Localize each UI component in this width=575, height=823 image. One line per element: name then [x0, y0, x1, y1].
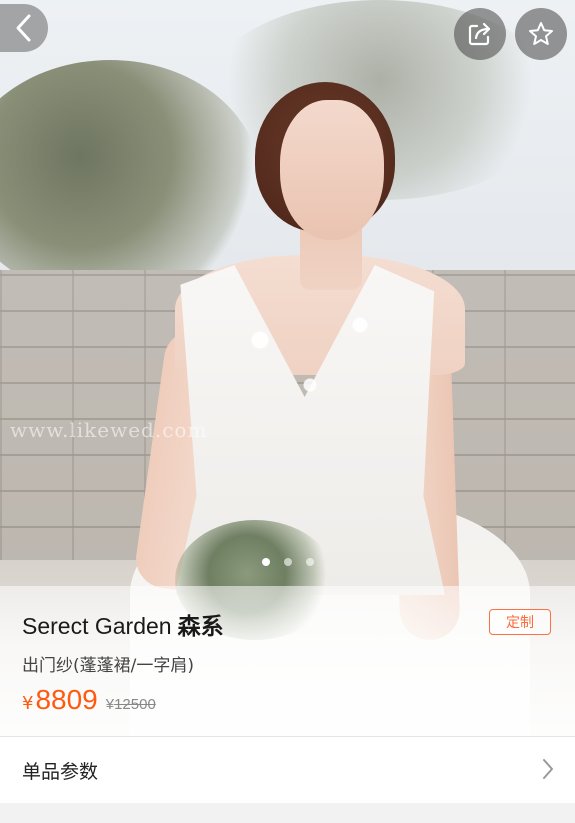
- image-watermark: www.likewed.com: [10, 418, 208, 442]
- original-price-value: 12500: [114, 696, 156, 713]
- product-subtitle: 出门纱(蓬蓬裙/一字肩): [22, 656, 194, 676]
- back-button[interactable]: [0, 4, 48, 52]
- original-price-currency: ¥: [105, 696, 115, 713]
- product-title-cn: 森系: [177, 614, 224, 640]
- carousel-dot[interactable]: [306, 558, 314, 566]
- chevron-left-icon: [16, 14, 31, 42]
- chevron-right-icon: [543, 759, 553, 779]
- share-button[interactable]: [454, 8, 506, 60]
- product-title: Serect Garden 森系: [22, 607, 224, 641]
- product-title-en: Serect Garden: [22, 613, 172, 639]
- carousel-dot[interactable]: [284, 558, 292, 566]
- share-icon: [468, 22, 491, 46]
- carousel-indicator: [262, 558, 314, 566]
- original-price: ¥12500: [106, 696, 156, 713]
- product-specs-row[interactable]: 单品参数: [0, 736, 575, 803]
- photo-model-face: [280, 100, 384, 240]
- specs-label: 单品参数: [22, 760, 99, 783]
- price-currency: ¥: [22, 693, 34, 714]
- price-row: ¥ 8809 ¥12500: [22, 684, 156, 716]
- current-price: 8809: [35, 684, 98, 715]
- custom-badge: 定制: [489, 609, 551, 635]
- carousel-dot[interactable]: [262, 558, 270, 566]
- star-icon: [529, 22, 553, 45]
- photo-dress-lace: [220, 280, 420, 430]
- favorite-button[interactable]: [515, 8, 567, 60]
